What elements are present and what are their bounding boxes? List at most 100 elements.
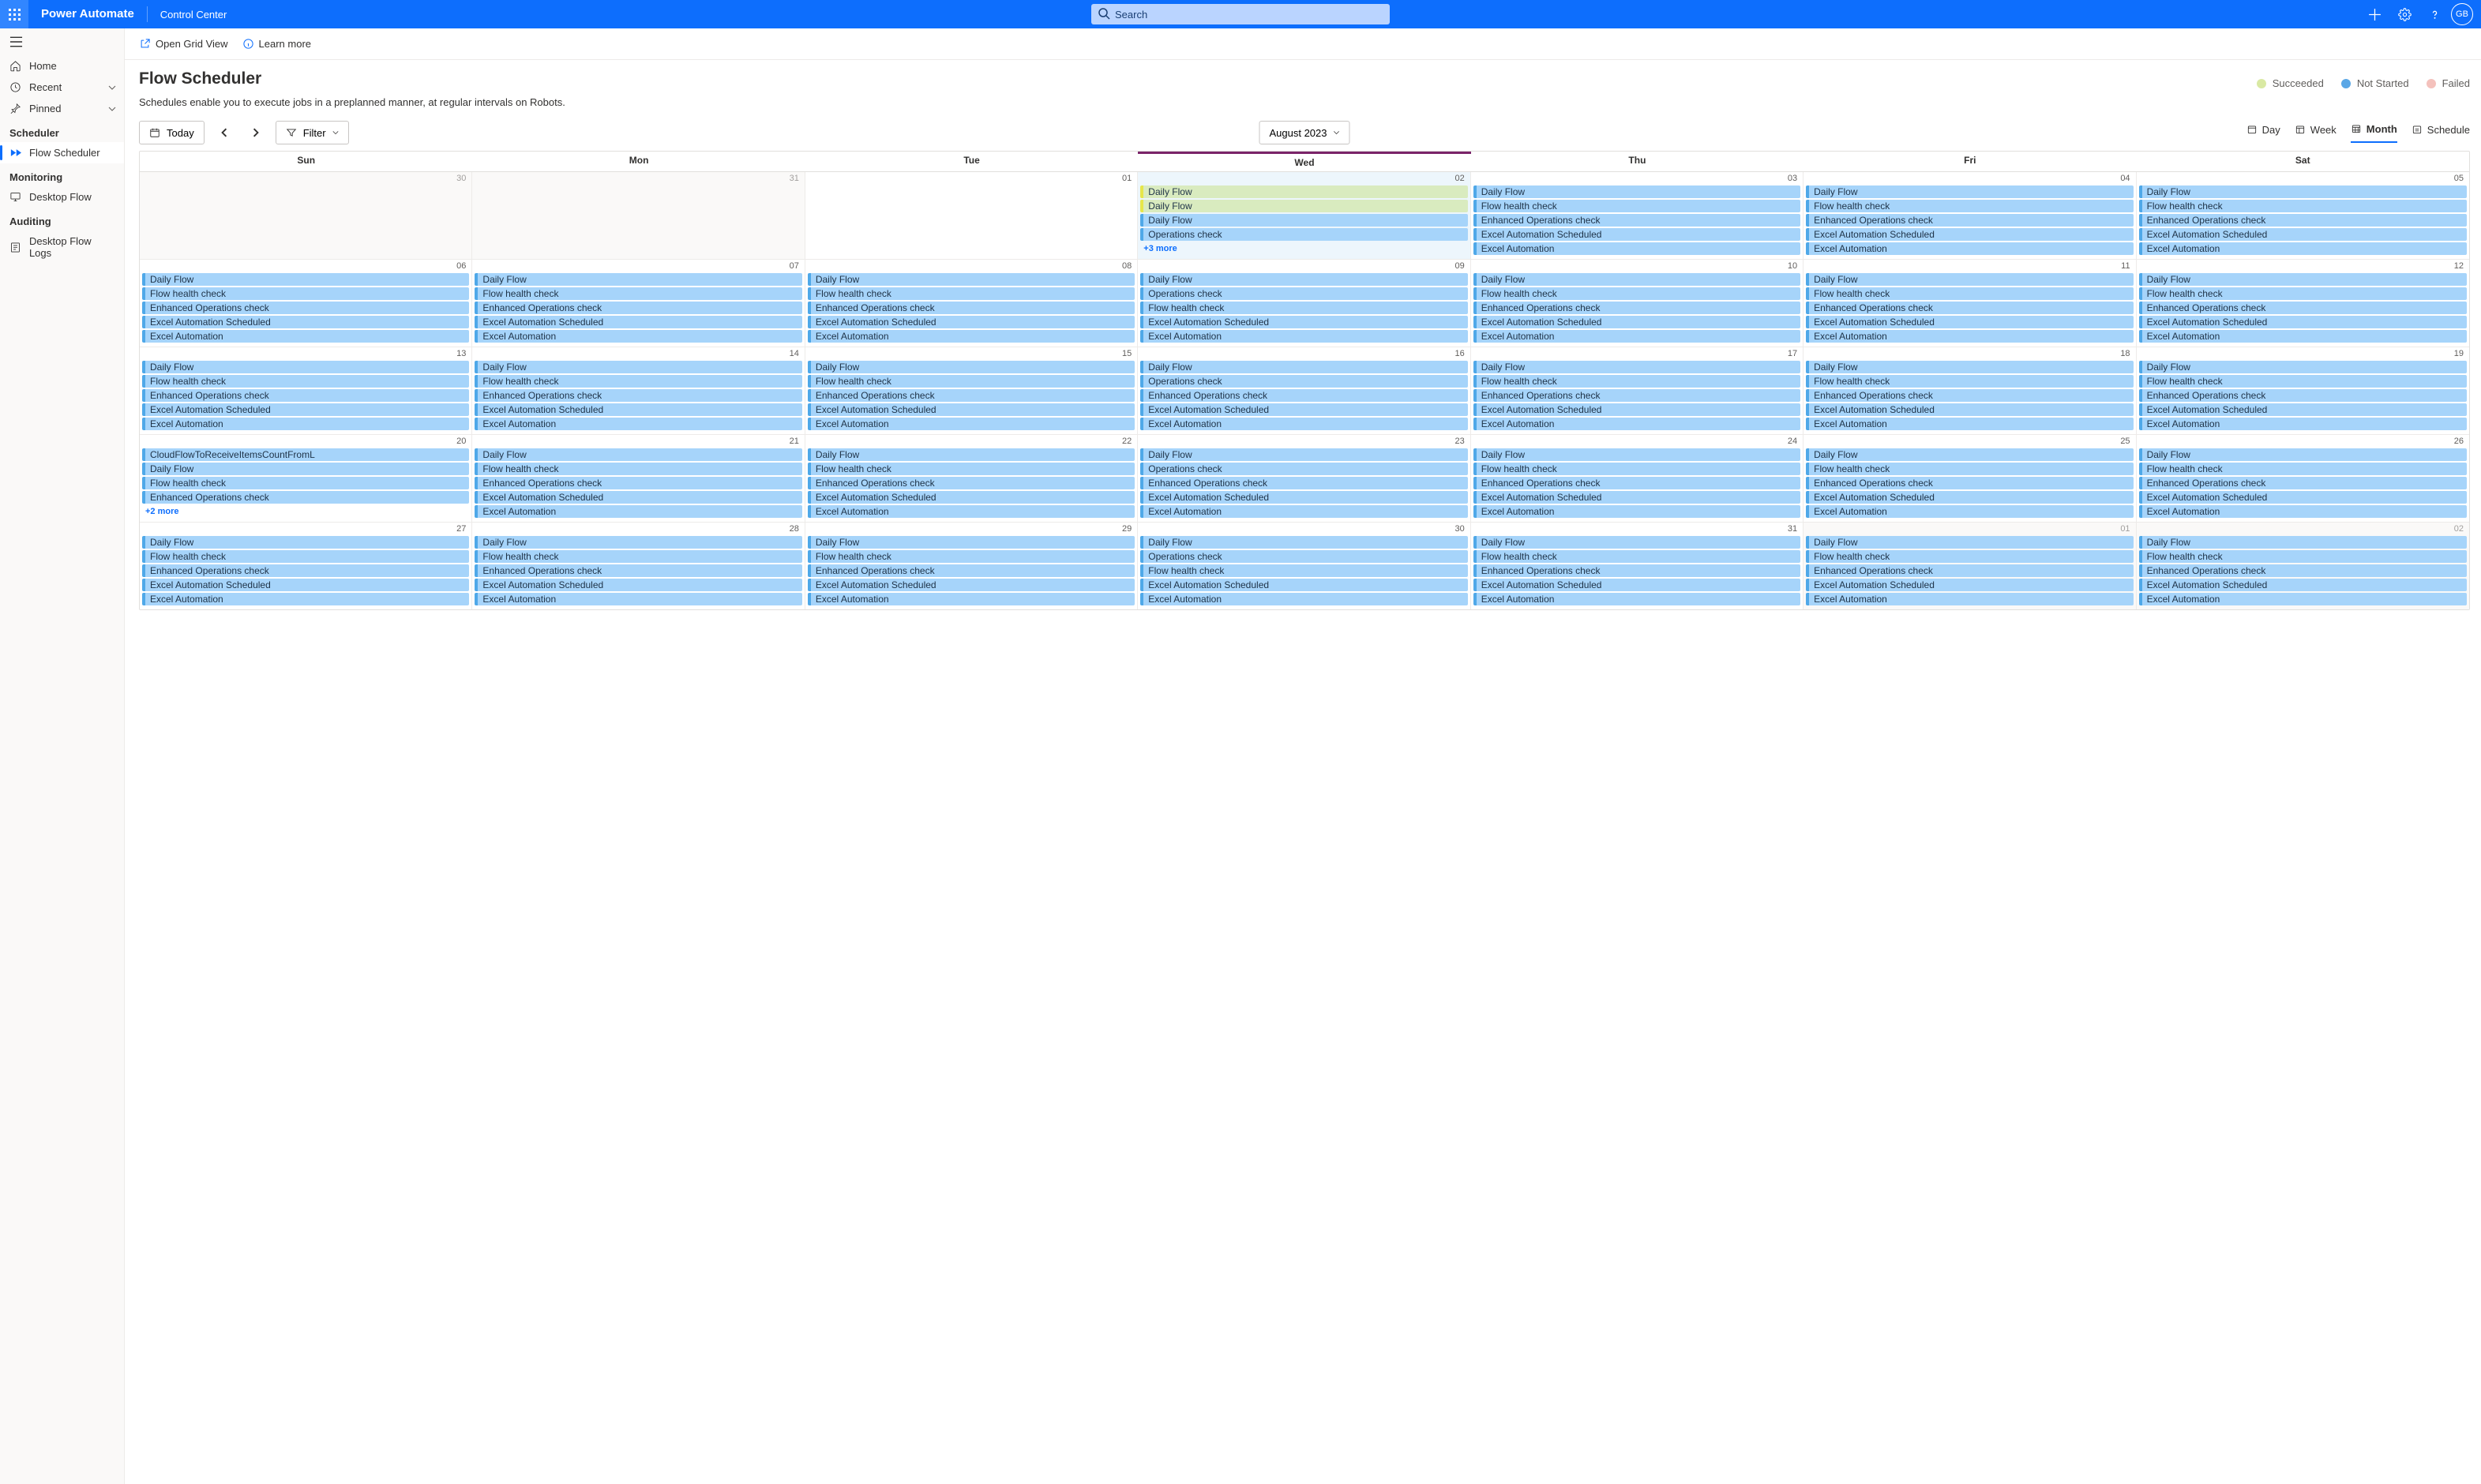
- calendar-event[interactable]: Daily Flow: [808, 273, 1135, 286]
- calendar-event[interactable]: Flow health check: [808, 287, 1135, 300]
- calendar-event[interactable]: Excel Automation Scheduled: [808, 316, 1135, 328]
- calendar-event[interactable]: Excel Automation: [475, 330, 801, 343]
- calendar-event[interactable]: Excel Automation: [1140, 505, 1467, 518]
- calendar-event[interactable]: Excel Automation Scheduled: [1806, 403, 2133, 416]
- calendar-event[interactable]: Enhanced Operations check: [475, 389, 801, 402]
- search-input[interactable]: [1091, 4, 1390, 24]
- calendar-event[interactable]: Excel Automation: [142, 418, 469, 430]
- day-cell[interactable]: 07Daily FlowFlow health checkEnhanced Op…: [472, 260, 805, 347]
- calendar-event[interactable]: Excel Automation Scheduled: [808, 491, 1135, 504]
- calendar-event[interactable]: Excel Automation Scheduled: [2139, 228, 2467, 241]
- month-picker-button[interactable]: August 2023: [1259, 121, 1349, 144]
- calendar-event[interactable]: Excel Automation Scheduled: [475, 491, 801, 504]
- calendar-event[interactable]: Excel Automation: [142, 593, 469, 605]
- calendar-event[interactable]: Daily Flow: [142, 361, 469, 373]
- calendar-event[interactable]: Daily Flow: [142, 273, 469, 286]
- calendar-event[interactable]: Enhanced Operations check: [2139, 302, 2467, 314]
- learn-more-button[interactable]: Learn more: [242, 38, 311, 50]
- calendar-event[interactable]: Daily Flow: [1140, 200, 1467, 212]
- calendar-event[interactable]: Daily Flow: [142, 536, 469, 549]
- view-tab-week[interactable]: Week: [2295, 124, 2336, 142]
- next-month-button[interactable]: [244, 121, 268, 144]
- calendar-event[interactable]: Excel Automation Scheduled: [142, 403, 469, 416]
- calendar-event[interactable]: Daily Flow: [808, 536, 1135, 549]
- nav-item-pinned[interactable]: Pinned: [0, 98, 124, 119]
- calendar-event[interactable]: Excel Automation: [1806, 418, 2133, 430]
- calendar-event[interactable]: Excel Automation Scheduled: [808, 403, 1135, 416]
- calendar-event[interactable]: Flow health check: [1806, 463, 2133, 475]
- day-cell[interactable]: 21Daily FlowFlow health checkEnhanced Op…: [472, 435, 805, 522]
- day-cell[interactable]: 28Daily FlowFlow health checkEnhanced Op…: [472, 523, 805, 609]
- day-cell[interactable]: 04Daily FlowFlow health checkEnhanced Op…: [1804, 172, 2136, 259]
- calendar-event[interactable]: CloudFlowToReceiveItemsCountFromL: [142, 448, 469, 461]
- calendar-event[interactable]: Excel Automation: [1806, 330, 2133, 343]
- day-cell[interactable]: 10Daily FlowFlow health checkEnhanced Op…: [1471, 260, 1804, 347]
- calendar-event[interactable]: Daily Flow: [1806, 186, 2133, 198]
- calendar-event[interactable]: Excel Automation: [2139, 242, 2467, 255]
- calendar-event[interactable]: Excel Automation: [1473, 330, 1800, 343]
- calendar-event[interactable]: Enhanced Operations check: [475, 564, 801, 577]
- calendar-event[interactable]: Daily Flow: [1140, 186, 1467, 198]
- calendar-event[interactable]: Excel Automation Scheduled: [1140, 491, 1467, 504]
- calendar-event[interactable]: Daily Flow: [1806, 448, 2133, 461]
- calendar-event[interactable]: Excel Automation: [1140, 418, 1467, 430]
- calendar-event[interactable]: Excel Automation Scheduled: [1473, 491, 1800, 504]
- day-cell[interactable]: 01Daily FlowFlow health checkEnhanced Op…: [1804, 523, 2136, 609]
- day-cell[interactable]: 30: [140, 172, 472, 259]
- calendar-event[interactable]: Daily Flow: [1806, 536, 2133, 549]
- calendar-event[interactable]: Excel Automation Scheduled: [1806, 491, 2133, 504]
- more-events-link[interactable]: +2 more: [142, 505, 469, 518]
- calendar-event[interactable]: Excel Automation Scheduled: [475, 403, 801, 416]
- day-cell[interactable]: 23Daily FlowOperations checkEnhanced Ope…: [1138, 435, 1470, 522]
- calendar-event[interactable]: Excel Automation: [475, 418, 801, 430]
- calendar-event[interactable]: Enhanced Operations check: [1473, 302, 1800, 314]
- calendar-event[interactable]: Enhanced Operations check: [2139, 564, 2467, 577]
- calendar-event[interactable]: Daily Flow: [1806, 273, 2133, 286]
- calendar-event[interactable]: Flow health check: [475, 550, 801, 563]
- more-events-link[interactable]: +3 more: [1140, 242, 1467, 255]
- nav-item-desktop-flow[interactable]: Desktop Flow: [0, 186, 124, 208]
- day-cell[interactable]: 31: [472, 172, 805, 259]
- calendar-event[interactable]: Daily Flow: [1473, 536, 1800, 549]
- calendar-event[interactable]: Enhanced Operations check: [1140, 389, 1467, 402]
- calendar-event[interactable]: Flow health check: [1473, 375, 1800, 388]
- calendar-event[interactable]: Daily Flow: [1140, 361, 1467, 373]
- calendar-event[interactable]: Enhanced Operations check: [2139, 477, 2467, 489]
- calendar-event[interactable]: Excel Automation: [475, 593, 801, 605]
- calendar-event[interactable]: Enhanced Operations check: [1473, 477, 1800, 489]
- calendar-event[interactable]: Enhanced Operations check: [1806, 564, 2133, 577]
- calendar-event[interactable]: Excel Automation Scheduled: [1473, 579, 1800, 591]
- view-tab-day[interactable]: Day: [2246, 124, 2280, 142]
- calendar-event[interactable]: Enhanced Operations check: [142, 302, 469, 314]
- day-cell[interactable]: 02Daily FlowFlow health checkEnhanced Op…: [2137, 523, 2469, 609]
- calendar-event[interactable]: Excel Automation: [1806, 505, 2133, 518]
- nav-item-home[interactable]: Home: [0, 55, 124, 77]
- calendar-event[interactable]: Excel Automation: [2139, 593, 2467, 605]
- calendar-event[interactable]: Enhanced Operations check: [142, 564, 469, 577]
- calendar-event[interactable]: Enhanced Operations check: [808, 564, 1135, 577]
- calendar-event[interactable]: Daily Flow: [475, 361, 801, 373]
- calendar-event[interactable]: Operations check: [1140, 287, 1467, 300]
- day-cell[interactable]: 31Daily FlowFlow health checkEnhanced Op…: [1471, 523, 1804, 609]
- calendar-event[interactable]: Excel Automation Scheduled: [1140, 579, 1467, 591]
- calendar-event[interactable]: Daily Flow: [1473, 186, 1800, 198]
- calendar-event[interactable]: Excel Automation: [142, 330, 469, 343]
- calendar-event[interactable]: Daily Flow: [808, 361, 1135, 373]
- calendar-event[interactable]: Excel Automation: [808, 505, 1135, 518]
- view-tab-month[interactable]: Month: [2351, 123, 2397, 143]
- day-cell[interactable]: 03Daily FlowFlow health checkEnhanced Op…: [1471, 172, 1804, 259]
- day-cell[interactable]: 30Daily FlowOperations checkFlow health …: [1138, 523, 1470, 609]
- calendar-event[interactable]: Excel Automation: [1140, 330, 1467, 343]
- day-cell[interactable]: 11Daily FlowFlow health checkEnhanced Op…: [1804, 260, 2136, 347]
- calendar-event[interactable]: Enhanced Operations check: [808, 302, 1135, 314]
- open-grid-view-button[interactable]: Open Grid View: [139, 38, 228, 50]
- day-cell[interactable]: 20CloudFlowToReceiveItemsCountFromLDaily…: [140, 435, 472, 522]
- calendar-event[interactable]: Daily Flow: [2139, 448, 2467, 461]
- day-cell[interactable]: 02Daily FlowDaily FlowDaily FlowOperatio…: [1138, 172, 1470, 259]
- view-tab-schedule[interactable]: Schedule: [2412, 124, 2470, 142]
- calendar-event[interactable]: Flow health check: [2139, 200, 2467, 212]
- calendar-event[interactable]: Flow health check: [1806, 200, 2133, 212]
- calendar-event[interactable]: Flow health check: [1140, 564, 1467, 577]
- calendar-event[interactable]: Daily Flow: [1140, 448, 1467, 461]
- calendar-event[interactable]: Enhanced Operations check: [2139, 389, 2467, 402]
